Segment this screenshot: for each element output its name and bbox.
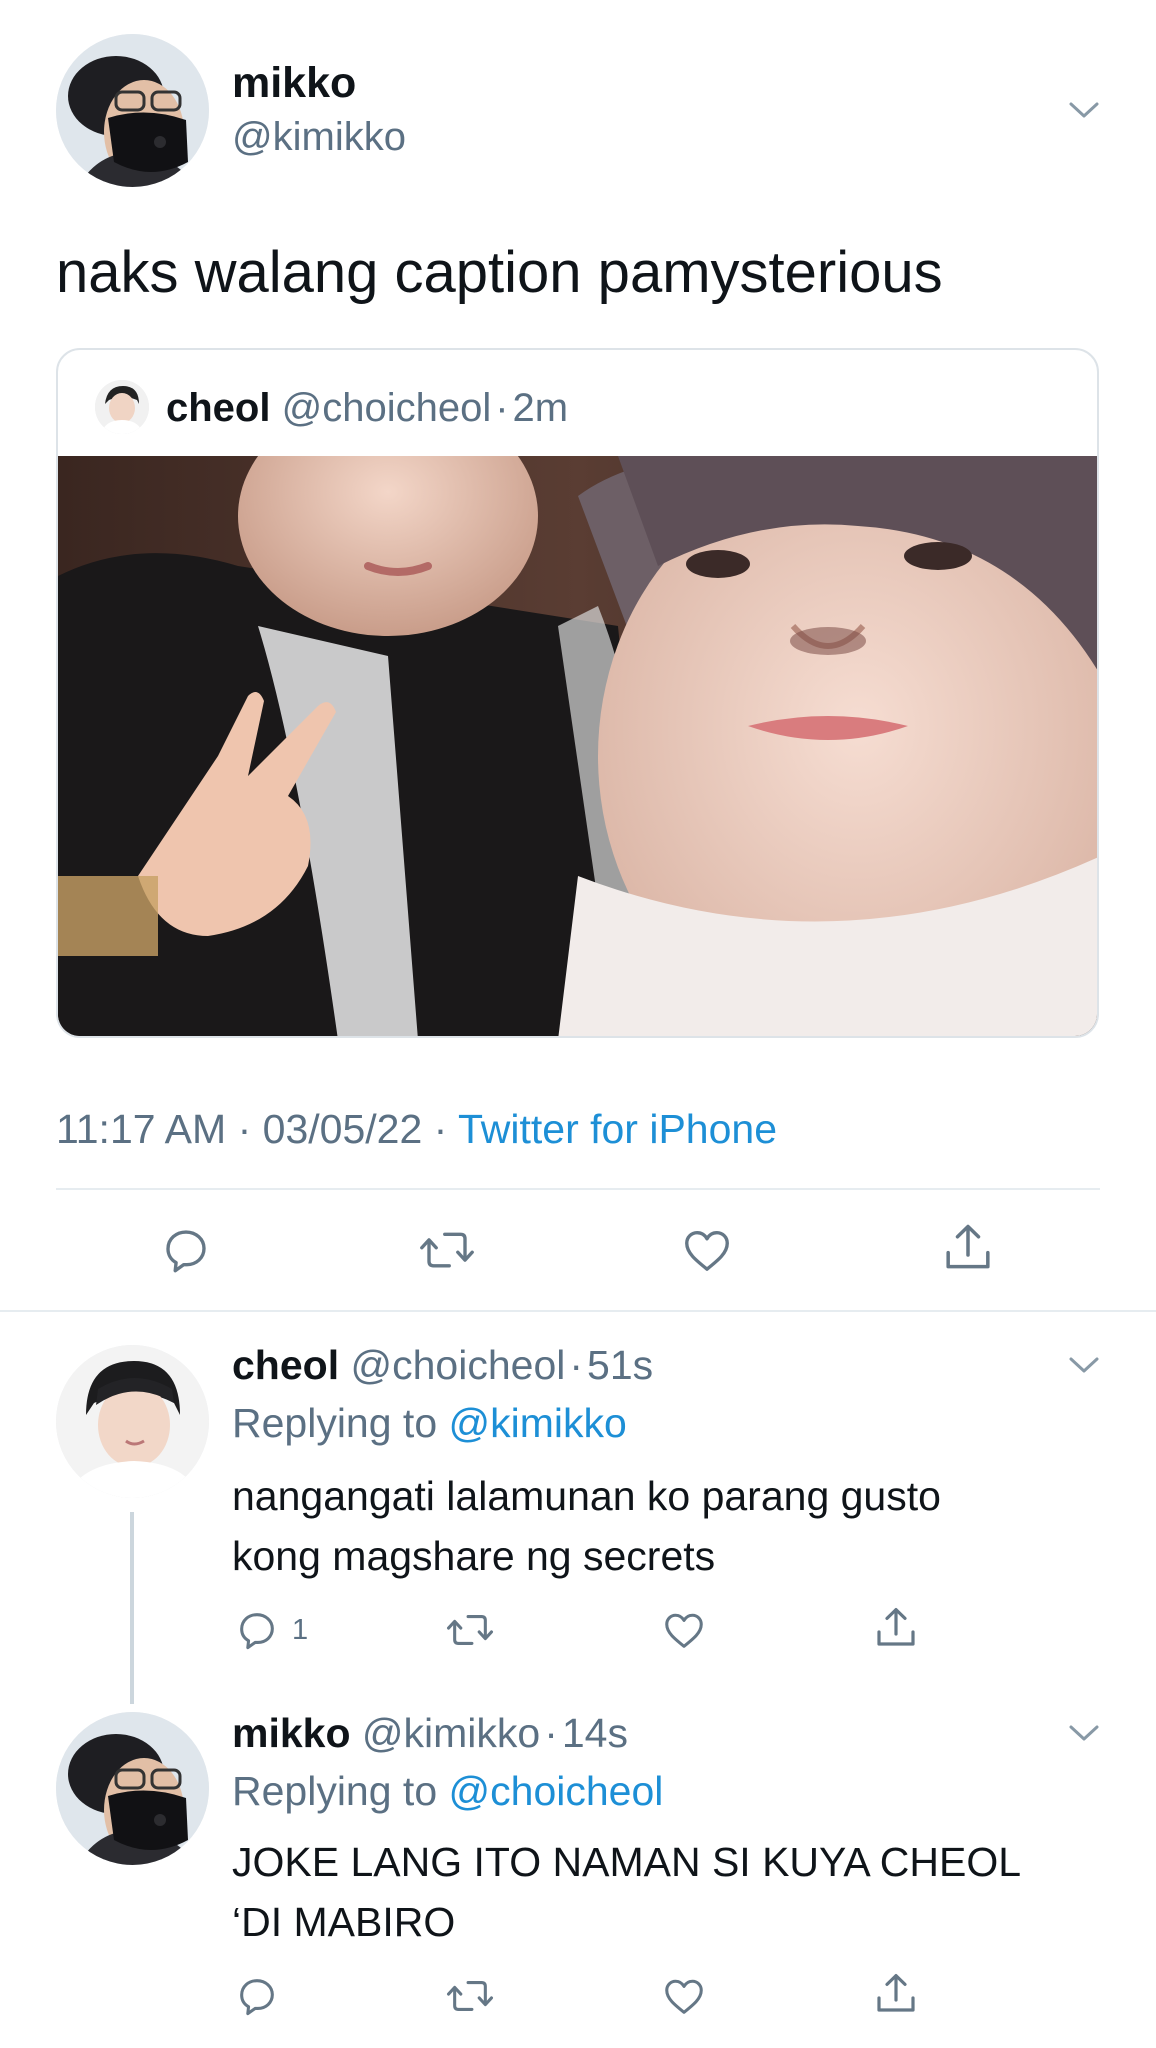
- quoted-tweet-display-name[interactable]: cheol: [166, 386, 270, 430]
- quoted-tweet-avatar: [95, 380, 149, 434]
- avatar-photo-cheol: [56, 1345, 209, 1498]
- reply-1-reply-button[interactable]: [232, 1606, 282, 1654]
- reply-2-text-line-2: ‘DI MABIRO: [232, 1899, 456, 1945]
- reply-2-time: 14s: [561, 1710, 628, 1756]
- heart-icon: [685, 1230, 729, 1271]
- section-divider: [0, 1310, 1156, 1312]
- main-tweet-time: 11:17 AM: [56, 1106, 227, 1152]
- reply-1-text: nangangati lalamunan ko parang gusto kon…: [232, 1466, 941, 1586]
- avatar-photo-mikko: [56, 1712, 209, 1865]
- reply-2-display-name[interactable]: mikko: [232, 1710, 351, 1756]
- main-share-button[interactable]: [937, 1218, 999, 1278]
- main-tweet-meta-separator-2: ·: [433, 1106, 448, 1152]
- quoted-tweet-header: cheol @choicheol · 2m: [166, 384, 568, 432]
- reply-2-replying-prefix: Replying to: [232, 1768, 438, 1814]
- reply-1-replying-prefix: Replying to: [232, 1400, 438, 1446]
- reply-1-replying-line: Replying to @kimikko: [232, 1398, 627, 1448]
- main-tweet-text: naks walang caption pamysterious: [56, 240, 943, 305]
- reply-1-handle[interactable]: @choicheol: [351, 1342, 566, 1388]
- retweet-arrows-icon: [420, 1232, 474, 1268]
- reply-1-avatar[interactable]: [56, 1345, 209, 1498]
- reply-2-retweet-button[interactable]: [442, 1972, 498, 2020]
- speech-bubble-icon: [166, 1230, 206, 1273]
- heart-icon: [665, 1613, 703, 1648]
- reply-1-text-line-2: kong magshare ng secrets: [232, 1533, 716, 1579]
- share-upload-icon: [877, 1974, 915, 2012]
- quoted-tweet-photo[interactable]: [58, 396, 1097, 1036]
- quoted-tweet-card[interactable]: cheol @choicheol · 2m: [56, 348, 1099, 1038]
- reply-2-header: mikko @kimikko·14s: [232, 1708, 628, 1758]
- speech-bubble-icon: [240, 1613, 274, 1650]
- main-tweet-more-button[interactable]: [1064, 92, 1104, 128]
- chevron-down-icon: [1069, 1357, 1099, 1373]
- reply-1-header: cheol @choicheol·51s: [232, 1340, 653, 1390]
- reply-2-like-button[interactable]: [659, 1972, 709, 2020]
- reply-1-retweet-button[interactable]: [442, 1606, 498, 1654]
- main-reply-button[interactable]: [155, 1222, 217, 1278]
- main-like-button[interactable]: [676, 1222, 738, 1278]
- selfie-photo: [58, 396, 1097, 1036]
- reply-2-reply-button[interactable]: [232, 1972, 282, 2020]
- avatar-photo-mikko: [56, 34, 209, 187]
- main-tweet-display-name[interactable]: mikko: [232, 58, 356, 108]
- reply-1-more-button[interactable]: [1064, 1348, 1104, 1382]
- reply-2-replying-line: Replying to @choicheol: [232, 1766, 663, 1816]
- speech-bubble-icon: [240, 1979, 274, 2016]
- thread-connector-line: [130, 1512, 134, 1704]
- reply-1-share-button[interactable]: [871, 1602, 921, 1654]
- reply-2-text-line-1: JOKE LANG ITO NAMAN SI KUYA CHEOL: [232, 1839, 1022, 1885]
- reply-2-more-button[interactable]: [1064, 1716, 1104, 1750]
- reply-1-reply-count: 1: [292, 1614, 309, 1646]
- main-tweet-handle[interactable]: @kimikko: [232, 113, 406, 161]
- quoted-tweet-time: 2m: [512, 386, 569, 430]
- retweet-arrows-icon: [446, 1981, 493, 2011]
- main-tweet-date: 03/05/22: [262, 1106, 423, 1152]
- main-tweet-avatar[interactable]: [56, 34, 209, 187]
- reply-1-display-name[interactable]: cheol: [232, 1342, 339, 1388]
- main-tweet-source-link[interactable]: Twitter for iPhone: [458, 1106, 777, 1152]
- quoted-tweet-separator: ·: [495, 386, 509, 430]
- main-tweet-divider: [56, 1188, 1100, 1190]
- chevron-down-icon: [1069, 1725, 1099, 1741]
- reply-1-like-button[interactable]: [659, 1606, 709, 1654]
- reply-2-separator: ·: [544, 1710, 558, 1756]
- quoted-tweet-handle[interactable]: @choicheol: [282, 386, 492, 430]
- main-retweet-button[interactable]: [413, 1222, 481, 1278]
- reply-2-handle[interactable]: @kimikko: [362, 1710, 540, 1756]
- reply-2-replying-to-link[interactable]: @choicheol: [449, 1768, 664, 1814]
- reply-1-text-line-1: nangangati lalamunan ko parang gusto: [232, 1473, 941, 1519]
- avatar-photo-cheol: [95, 380, 149, 434]
- heart-icon: [665, 1979, 703, 2014]
- main-tweet-meta: 11:17 AM · 03/05/22 · Twitter for iPhone: [56, 1104, 777, 1154]
- reply-2-text: JOKE LANG ITO NAMAN SI KUYA CHEOL ‘DI MA…: [232, 1832, 1021, 1952]
- share-upload-icon: [946, 1224, 990, 1269]
- share-upload-icon: [877, 1608, 915, 1646]
- main-tweet-meta-separator: ·: [237, 1106, 252, 1152]
- reply-2-avatar[interactable]: [56, 1712, 209, 1865]
- reply-1-time: 51s: [587, 1342, 654, 1388]
- reply-2-share-button[interactable]: [871, 1968, 921, 2020]
- retweet-arrows-icon: [446, 1615, 493, 1645]
- reply-1-separator: ·: [569, 1342, 584, 1388]
- chevron-down-icon: [1069, 102, 1099, 118]
- reply-1-replying-to-link[interactable]: @kimikko: [449, 1400, 627, 1446]
